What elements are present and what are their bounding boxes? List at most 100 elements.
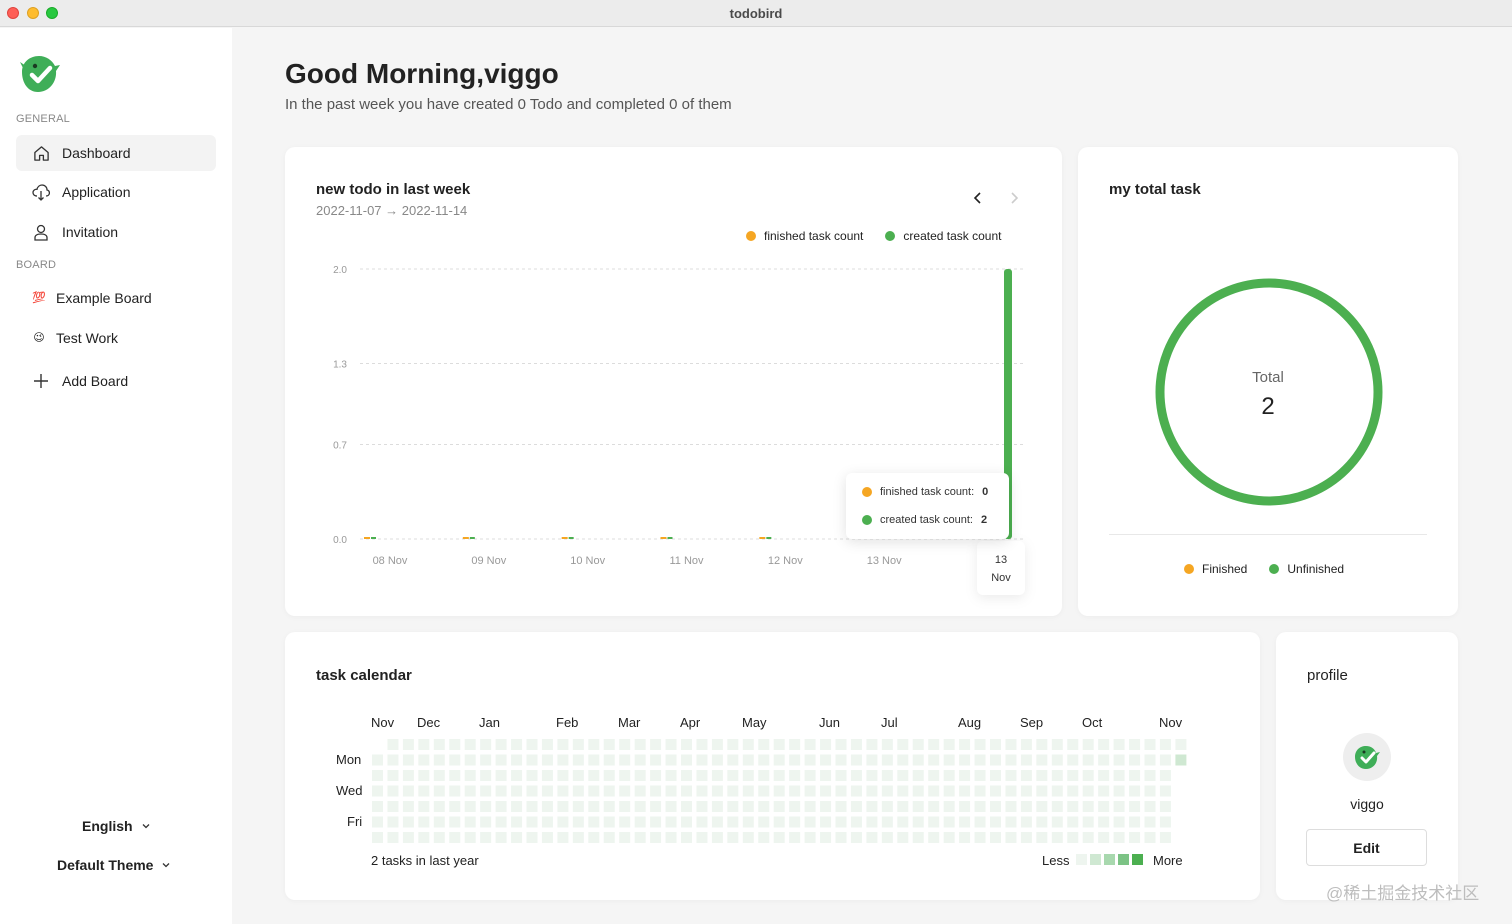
heatmap-cell — [603, 785, 615, 797]
heatmap-cell — [742, 832, 754, 843]
heatmap-cell — [402, 816, 414, 828]
heatmap-cell — [990, 816, 1001, 828]
heatmap-cell — [650, 801, 662, 812]
heatmap-cell — [480, 785, 492, 797]
heatmap-cell — [681, 832, 692, 843]
heatmap-cell — [511, 770, 523, 781]
add-board-button[interactable]: Add Board — [16, 363, 216, 399]
language-select[interactable]: English — [82, 818, 151, 834]
heatmap-cell — [1129, 801, 1141, 812]
heatmap-cell — [912, 770, 924, 781]
heatmap-cell — [572, 785, 584, 797]
heatmap-cell — [912, 739, 924, 750]
heatmap-cell — [1082, 801, 1094, 812]
heatmap-cell — [634, 816, 646, 828]
sidebar-item-dashboard[interactable]: Dashboard — [16, 135, 216, 171]
total-donut-chart[interactable] — [1154, 277, 1384, 507]
heatmap-cell — [1159, 770, 1171, 781]
scale-step — [1076, 854, 1087, 865]
heatmap-cell — [1051, 832, 1063, 843]
heatmap-cell — [990, 770, 1001, 781]
heatmap-cell — [943, 816, 955, 828]
heatmap-cell — [959, 832, 971, 843]
heatmap-cell — [974, 754, 986, 766]
heatmap-cell — [572, 832, 584, 843]
heatmap-cell — [897, 739, 909, 750]
heatmap-cell — [572, 754, 584, 766]
heatmap-cell — [464, 832, 476, 843]
heatmap-cell — [603, 754, 615, 766]
heatmap-cell — [897, 801, 909, 812]
y-tick-label: 0.0 — [333, 535, 347, 546]
heatmap-cell — [372, 770, 383, 781]
heatmap-cell — [1005, 785, 1017, 797]
x-tick-label: 12 Nov — [768, 555, 803, 567]
heatmap-cell — [634, 785, 646, 797]
heatmap-cell — [449, 770, 461, 781]
heatmap-cell — [418, 754, 430, 766]
heatmap-cell — [742, 816, 754, 828]
heatmap-cell — [1082, 785, 1094, 797]
heatmap-cell — [850, 739, 862, 750]
heatmap-cell — [1036, 816, 1048, 828]
heatmap-cell — [850, 816, 862, 828]
heatmap-cell — [820, 816, 832, 828]
heatmap-cell — [634, 739, 646, 750]
avatar[interactable] — [1343, 733, 1391, 781]
legend-finished[interactable]: Finished — [1184, 562, 1247, 576]
heatmap-cell — [1098, 801, 1110, 812]
heatmap-cell — [480, 770, 492, 781]
heatmap-scale — [1076, 854, 1143, 865]
heatmap-cell — [480, 739, 492, 750]
heatmap-cell — [480, 801, 492, 812]
heatmap-cell — [526, 832, 538, 843]
heatmap-cell — [1051, 801, 1063, 812]
heatmap-cell — [835, 754, 847, 766]
heatmap-cell — [433, 754, 445, 766]
heatmap-cell — [511, 801, 523, 812]
sidebar-item-example-board[interactable]: 💯 Example Board — [16, 280, 216, 316]
heatmap-cell — [1082, 739, 1094, 750]
heatmap-cell — [495, 832, 507, 843]
heatmap-cell — [603, 816, 615, 828]
edit-profile-button[interactable]: Edit — [1306, 829, 1427, 866]
heatmap-cell — [1098, 785, 1110, 797]
general-section-label: GENERAL — [16, 113, 70, 125]
chart-tooltip: finished task count: 0 created task coun… — [846, 473, 1009, 539]
sidebar-item-invitation[interactable]: Invitation — [16, 214, 216, 250]
heatmap-cell — [866, 801, 878, 812]
unfinished-ring — [1155, 278, 1383, 506]
scale-step — [1090, 854, 1101, 865]
heatmap-cell — [928, 754, 940, 766]
heatmap-cell — [1067, 770, 1079, 781]
heatmap-more-label: More — [1153, 853, 1183, 868]
heatmap-cell — [619, 739, 631, 750]
heatmap-cell — [727, 785, 739, 797]
heatmap-cell — [1067, 832, 1079, 843]
theme-select[interactable]: Default Theme — [57, 857, 171, 873]
heatmap-cell — [541, 816, 553, 828]
sidebar-item-test-work[interactable]: 😉 Test Work — [16, 320, 216, 356]
legend-unfinished[interactable]: Unfinished — [1269, 562, 1344, 576]
heatmap-cell — [804, 816, 816, 828]
sidebar-item-application[interactable]: Application — [16, 174, 216, 210]
heatmap-cell — [541, 785, 553, 797]
x-tick-label: 11 Nov — [669, 555, 704, 567]
heatmap-cell — [727, 754, 739, 766]
heatmap-cell — [1036, 801, 1048, 812]
heatmap-cell — [1113, 816, 1125, 828]
heatmap-cell — [1144, 801, 1156, 812]
heatmap-cell — [572, 816, 584, 828]
heatmap-cell — [495, 801, 507, 812]
y-tick-label: 2.0 — [333, 265, 347, 276]
heatmap-cell — [758, 816, 770, 828]
language-value: English — [82, 818, 133, 834]
heatmap-cell — [1020, 801, 1032, 812]
heatmap-cell — [727, 816, 739, 828]
heatmap-cell — [897, 754, 909, 766]
heatmap-cell — [727, 832, 739, 843]
heatmap-cell — [665, 739, 677, 750]
heatmap-cell — [372, 754, 383, 766]
heatmap-cell — [773, 785, 785, 797]
todobird-logo[interactable] — [16, 52, 62, 96]
